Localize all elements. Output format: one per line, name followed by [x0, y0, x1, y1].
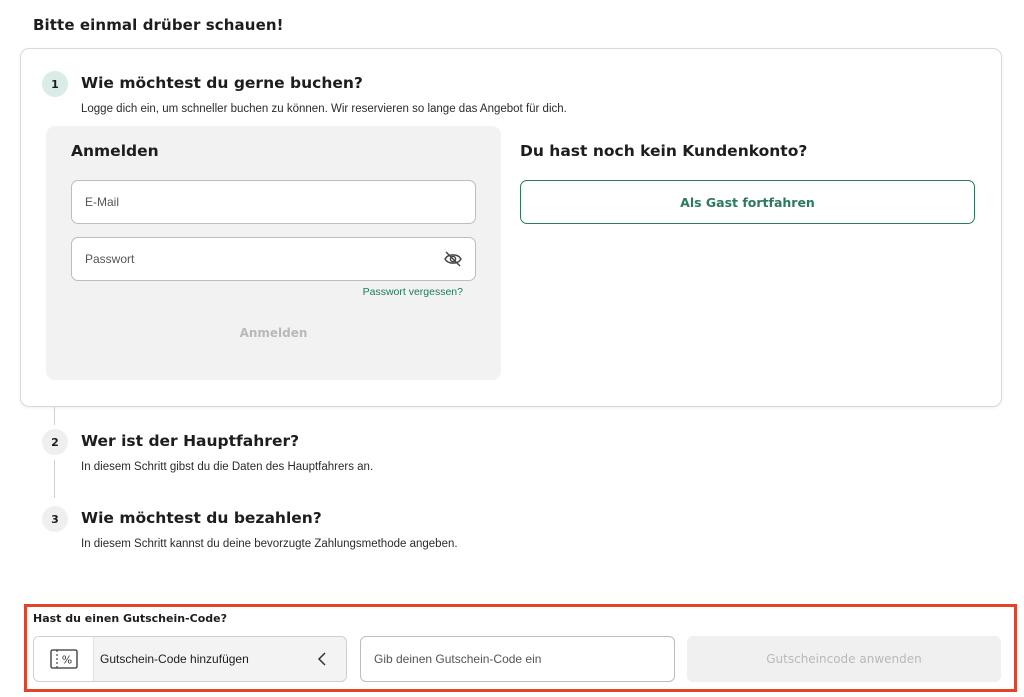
login-title: Anmelden: [71, 142, 159, 160]
email-field[interactable]: E-Mail: [71, 180, 476, 224]
step-3-badge: 3: [42, 506, 68, 532]
voucher-percent-icon: %: [49, 649, 78, 669]
voucher-toggle-label: Gutschein-Code hinzufügen: [100, 652, 249, 666]
step-2-badge: 2: [42, 429, 68, 455]
step-connector: [54, 460, 55, 498]
step-1-title: Wie möchtest du gerne buchen?: [81, 74, 363, 92]
step-connector: [54, 407, 55, 425]
page-title: Bitte einmal drüber schauen!: [33, 16, 284, 34]
guest-title: Du hast noch kein Kundenkonto?: [520, 142, 808, 160]
eye-slash-icon[interactable]: [443, 250, 463, 268]
voucher-apply-button[interactable]: Gutscheincode anwenden: [687, 636, 1001, 682]
forgot-password-link[interactable]: Passwort vergessen?: [363, 286, 463, 298]
voucher-toggle-button[interactable]: % Gutschein-Code hinzufügen: [33, 636, 347, 682]
guest-continue-button[interactable]: Als Gast fortfahren: [520, 180, 975, 224]
login-submit-button[interactable]: Anmelden: [71, 320, 476, 346]
step-1-description: Logge dich ein, um schneller buchen zu k…: [81, 103, 567, 115]
voucher-heading: Hast du einen Gutschein-Code?: [33, 612, 227, 625]
password-field[interactable]: Passwort: [71, 237, 476, 281]
password-placeholder: Passwort: [85, 252, 135, 266]
step-3-title: Wie möchtest du bezahlen?: [81, 509, 322, 527]
svg-text:%: %: [61, 654, 71, 667]
voucher-code-input[interactable]: Gib deinen Gutschein-Code ein: [360, 636, 675, 682]
step-2-description: In diesem Schritt gibst du die Daten des…: [81, 461, 374, 473]
chevron-left-icon: [317, 652, 326, 666]
step-2-title: Wer ist der Hauptfahrer?: [81, 432, 300, 450]
voucher-input-placeholder: Gib deinen Gutschein-Code ein: [374, 652, 542, 666]
step-3-description: In diesem Schritt kannst du deine bevorz…: [81, 538, 458, 550]
email-placeholder: E-Mail: [85, 195, 120, 209]
step-1-badge: 1: [42, 71, 68, 97]
voucher-icon-container: %: [34, 637, 94, 681]
